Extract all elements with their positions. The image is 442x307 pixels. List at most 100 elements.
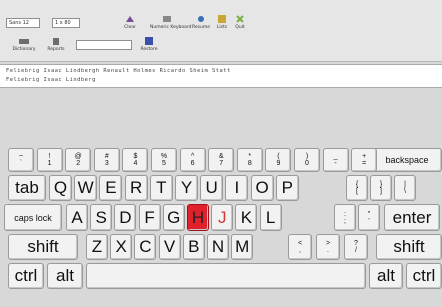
dictionary-button[interactable]: Dictionary xyxy=(10,36,38,52)
key-legend-top: + xyxy=(362,153,367,160)
resume-button[interactable]: Resume xyxy=(190,14,212,30)
key-legend: >. xyxy=(326,240,330,254)
key-num-1[interactable]: ! 1 xyxy=(36,148,63,172)
key-num-2[interactable]: @2 xyxy=(65,148,92,172)
key-num-11[interactable]: _ - xyxy=(322,148,349,172)
key-ctrl-right[interactable]: ctrl xyxy=(406,263,442,289)
key-shift-right[interactable]: shift xyxy=(376,234,442,260)
key-r[interactable]: R xyxy=(124,175,148,201)
key-num-8[interactable]: * 8 xyxy=(236,148,263,172)
key-backspace[interactable]: backspace xyxy=(372,148,442,172)
key-i[interactable]: I xyxy=(225,175,249,201)
key-x[interactable]: X xyxy=(110,234,133,260)
key-num-3[interactable]: #3 xyxy=(93,148,120,172)
key-tab[interactable]: tab xyxy=(8,175,46,201)
key-g[interactable]: G xyxy=(162,204,185,231)
key-shift-left[interactable]: shift xyxy=(8,234,78,260)
key-legend-top: & xyxy=(218,153,224,160)
key-alt-right[interactable]: alt xyxy=(369,263,403,289)
key-num-12[interactable]: + = xyxy=(351,148,378,172)
key-num-0[interactable]: ~ ` xyxy=(8,148,34,172)
key-caps-lock[interactable]: caps lock xyxy=(4,204,62,231)
key-s[interactable]: S xyxy=(90,204,113,231)
key-z[interactable]: Z xyxy=(86,234,108,260)
key-w[interactable]: W xyxy=(74,175,98,201)
key-legend-bottom: 0 xyxy=(305,160,309,167)
key-j[interactable]: J xyxy=(211,204,234,231)
key-punct-1[interactable]: " ' xyxy=(358,204,380,231)
key-t[interactable]: T xyxy=(149,175,173,201)
resume-icon xyxy=(198,16,204,22)
key-h[interactable]: H xyxy=(187,204,209,231)
font-size-field[interactable]: 1 x 80 xyxy=(52,18,80,28)
quit-icon xyxy=(236,15,244,23)
key-legend-top: @ xyxy=(74,153,82,160)
reports-button[interactable]: Reports xyxy=(44,36,68,52)
key-legend: <, xyxy=(298,240,302,254)
key-symbol-2[interactable]: ? / xyxy=(344,234,368,260)
key-legend: * 8 xyxy=(248,153,252,167)
key-bracket-0[interactable]: {[ xyxy=(346,175,368,201)
key-n[interactable]: N xyxy=(207,234,229,260)
key-d[interactable]: D xyxy=(114,204,137,231)
dictionary-icon xyxy=(19,39,29,44)
key-legend: }] xyxy=(380,181,382,195)
key-y[interactable]: Y xyxy=(175,175,198,201)
key-punct-0[interactable]: :; xyxy=(334,204,356,231)
key-legend-top: # xyxy=(104,153,109,160)
key-num-7[interactable]: & 7 xyxy=(208,148,235,172)
key-o[interactable]: O xyxy=(250,175,274,201)
key-m[interactable]: M xyxy=(231,234,254,260)
key-legend-bottom: , xyxy=(299,247,301,254)
key-u[interactable]: U xyxy=(200,175,224,201)
key-legend-top: { xyxy=(355,181,359,188)
key-bracket-2[interactable]: | \ xyxy=(394,175,416,201)
key-symbol-1[interactable]: >. xyxy=(316,234,340,260)
key-l[interactable]: L xyxy=(259,204,282,231)
key-space[interactable] xyxy=(86,263,366,289)
key-num-5[interactable]: % 5 xyxy=(151,148,177,172)
key-enter[interactable]: enter xyxy=(384,204,440,231)
numeric-keyboard-button[interactable]: Numeric Keyboard xyxy=(150,14,192,30)
lists-button[interactable]: Lists xyxy=(214,14,230,30)
key-legend-bottom: 3 xyxy=(104,160,109,167)
key-b[interactable]: B xyxy=(182,234,205,260)
clear-button[interactable]: Clear xyxy=(120,14,140,30)
key-a[interactable]: A xyxy=(66,204,88,231)
key-legend-top: > xyxy=(325,240,331,247)
onscreen-keyboard: backspace tab caps lock enter shift shif… xyxy=(0,140,442,307)
quit-button[interactable]: Quit xyxy=(232,14,248,30)
font-name-field[interactable]: Sans 12 xyxy=(6,18,40,28)
key-legend-top: ( xyxy=(277,153,280,160)
key-legend-bottom: 6 xyxy=(190,160,195,167)
key-legend-top: : xyxy=(344,210,346,218)
key-f[interactable]: F xyxy=(138,204,161,231)
key-legend: " ' xyxy=(368,211,371,225)
key-legend-bottom: \ xyxy=(404,188,406,195)
restore-button[interactable]: Restore xyxy=(138,36,160,52)
word-list-field[interactable] xyxy=(76,40,132,50)
key-ctrl-left[interactable]: ctrl xyxy=(8,263,44,289)
key-legend-top: < xyxy=(297,240,303,247)
key-e[interactable]: E xyxy=(99,175,123,201)
key-legend: ~ ` xyxy=(19,153,23,167)
key-legend: _ - xyxy=(334,153,338,167)
lists-icon xyxy=(218,15,226,23)
key-num-6[interactable]: ^ 6 xyxy=(179,148,206,172)
key-num-10[interactable]: ) 0 xyxy=(294,148,320,172)
key-num-9[interactable]: (9 xyxy=(265,148,292,172)
typing-text-pane[interactable]: Feliebrig Isaac Lindbergh Renault Holmes… xyxy=(0,64,442,88)
key-symbol-0[interactable]: <, xyxy=(288,234,312,260)
key-num-4[interactable]: $4 xyxy=(122,148,149,172)
key-legend-bottom: . xyxy=(327,247,329,254)
key-legend-bottom: 7 xyxy=(219,160,224,167)
key-bracket-1[interactable]: }] xyxy=(370,175,392,201)
key-v[interactable]: V xyxy=(158,234,181,260)
key-k[interactable]: K xyxy=(235,204,258,231)
key-legend: ^ 6 xyxy=(191,153,195,167)
key-p[interactable]: P xyxy=(275,175,299,201)
key-legend-top: _ xyxy=(333,153,338,160)
key-alt-left[interactable]: alt xyxy=(47,263,83,289)
key-c[interactable]: C xyxy=(134,234,157,260)
key-q[interactable]: Q xyxy=(49,175,72,201)
